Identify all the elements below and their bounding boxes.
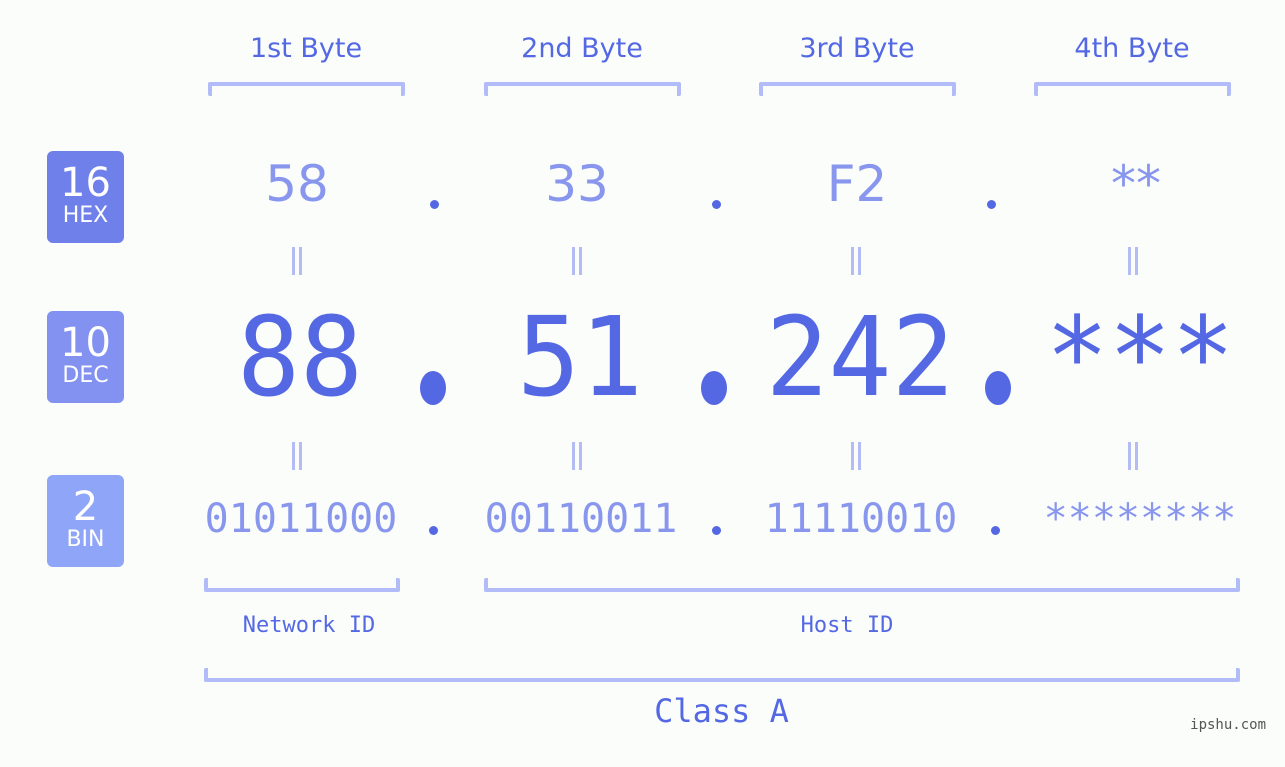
equals-icon xyxy=(851,247,861,275)
byte-bracket-2 xyxy=(484,82,681,96)
hex-label: HEX xyxy=(62,203,109,228)
bin-byte-1: 01011000 xyxy=(204,496,398,542)
equals-icon xyxy=(1128,247,1138,275)
dec-dot-2 xyxy=(701,371,727,405)
network-id-bracket xyxy=(204,578,400,592)
byte-bracket-1 xyxy=(208,82,405,96)
bin-byte-4: ******** xyxy=(1043,496,1237,542)
host-id-label: Host ID xyxy=(800,613,894,638)
dec-byte-4: *** xyxy=(1045,293,1235,421)
hex-dot-3 xyxy=(987,200,996,209)
hex-byte-4: ** xyxy=(1111,155,1161,213)
byte-bracket-3 xyxy=(759,82,956,96)
equals-icon xyxy=(851,442,861,470)
equals-icon xyxy=(572,442,582,470)
hex-byte-2: 33 xyxy=(545,155,609,213)
equals-icon xyxy=(292,442,302,470)
dec-badge: 10 DEC xyxy=(47,311,124,403)
hex-base: 16 xyxy=(60,160,111,206)
hex-badge: 16 HEX xyxy=(47,151,124,243)
network-id-label: Network ID xyxy=(242,613,376,638)
bin-base: 2 xyxy=(72,484,99,530)
host-id-bracket xyxy=(484,578,1240,592)
dec-byte-1: 88 xyxy=(237,293,363,421)
byte-bracket-4 xyxy=(1034,82,1231,96)
bin-dot-3 xyxy=(991,526,1000,535)
byte-header-1: 1st Byte xyxy=(249,33,363,64)
watermark: ipshu.com xyxy=(1190,717,1266,733)
dec-dot-1 xyxy=(420,371,446,405)
dec-byte-3: 242 xyxy=(765,293,955,421)
bin-badge: 2 BIN xyxy=(47,475,124,567)
bin-byte-2: 00110011 xyxy=(484,496,678,542)
hex-dot-2 xyxy=(712,200,721,209)
bin-dot-2 xyxy=(712,526,721,535)
equals-icon xyxy=(292,247,302,275)
dec-byte-2: 51 xyxy=(517,293,643,421)
byte-header-2: 2nd Byte xyxy=(521,33,643,64)
hex-dot-1 xyxy=(430,200,439,209)
bin-byte-3: 11110010 xyxy=(764,496,958,542)
bin-label: BIN xyxy=(66,527,105,552)
dec-label: DEC xyxy=(62,363,109,388)
byte-header-4: 4th Byte xyxy=(1074,33,1190,64)
equals-icon xyxy=(572,247,582,275)
hex-byte-3: F2 xyxy=(826,155,888,213)
dec-base: 10 xyxy=(60,320,111,366)
equals-icon xyxy=(1128,442,1138,470)
dec-dot-3 xyxy=(985,371,1011,405)
hex-byte-1: 58 xyxy=(265,155,329,213)
class-label: Class A xyxy=(654,692,789,730)
bin-dot-1 xyxy=(429,526,438,535)
byte-header-3: 3rd Byte xyxy=(799,33,915,64)
class-bracket xyxy=(204,668,1240,682)
